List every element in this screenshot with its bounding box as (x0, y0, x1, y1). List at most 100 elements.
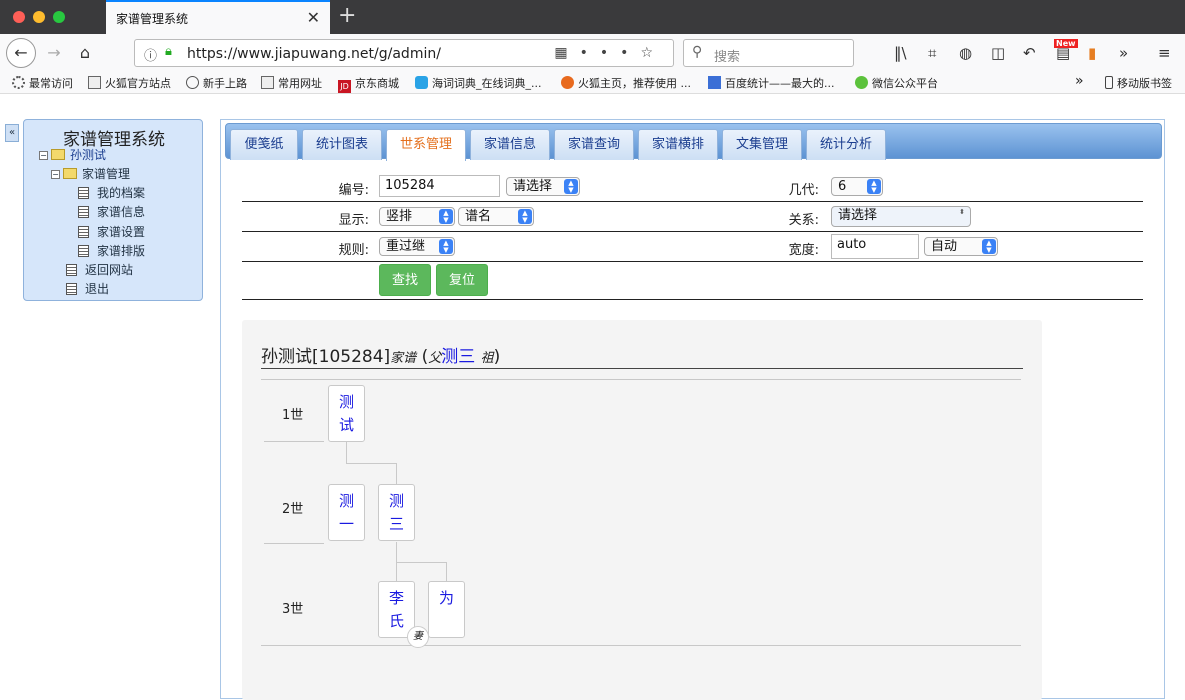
title-underline (261, 368, 1023, 369)
maximize-window-button[interactable] (53, 11, 65, 23)
document-icon (78, 206, 89, 218)
more-actions-icon[interactable]: ••• (580, 45, 641, 61)
browser-tab[interactable]: 家谱管理系统 ✕ (106, 0, 330, 34)
collapse-icon[interactable]: − (39, 151, 48, 160)
url-text[interactable]: https://www.jiapuwang.net/g/admin/ (187, 46, 441, 62)
bookmark-item[interactable]: 微信公众平台 (855, 75, 938, 91)
rule-select[interactable]: 重过继 ▲ ▼ (379, 237, 455, 256)
id-select[interactable]: 请选择 ▲ ▼ (506, 177, 580, 196)
id-input[interactable]: 105284 (379, 175, 500, 197)
new-tab-icon[interactable]: + (338, 3, 356, 28)
tab-close-icon[interactable]: ✕ (307, 8, 320, 27)
tab-notes[interactable]: 便笺纸 (230, 129, 298, 160)
folder-open-icon (51, 149, 65, 160)
jd-icon: JD (338, 80, 351, 93)
bookmark-item[interactable]: 新手上路 (186, 75, 247, 91)
collapse-icon[interactable]: − (51, 170, 60, 179)
tab-horizontal[interactable]: 家谱横排 (638, 129, 718, 160)
grandfather-label: 祖 (480, 351, 494, 366)
tab-documents[interactable]: 文集管理 (722, 129, 802, 160)
bookmark-item[interactable]: 海词词典_在线词典_... (415, 75, 542, 91)
mobile-bookmarks[interactable]: 移动版书签 (1105, 75, 1172, 91)
person-node[interactable]: 为 (428, 581, 465, 638)
close-window-button[interactable] (13, 11, 25, 23)
bookmarks-bar: 最常访问 火狐官方站点 新手上路 常用网址 JD 京东商城 海词词典_在线词典_.… (0, 72, 1185, 94)
tab-strip: 便笺纸 统计图表 世系管理 家谱信息 家谱查询 家谱横排 文集管理 统计分析 (225, 123, 1162, 161)
tab-analysis[interactable]: 统计分析 (806, 129, 886, 160)
wife-badge: 妻 (407, 626, 429, 648)
search-icon: ⚲ (692, 44, 703, 60)
rule-label: 规则: (338, 243, 369, 258)
connector (346, 442, 347, 464)
tab-lineage[interactable]: 世系管理 (386, 129, 466, 161)
search-button[interactable]: 查找 (379, 264, 431, 296)
search-placeholder: 搜索 (714, 50, 741, 65)
width-input[interactable]: auto (831, 234, 919, 259)
firefox-icon (561, 76, 574, 89)
bookmark-item[interactable]: 最常访问 (12, 75, 73, 91)
father-link[interactable]: 测三 (441, 347, 475, 367)
family-tree-panel: 孙测试[105284]家谱 (父测三 祖) 1世 2世 3世 测试 测一 测三 … (242, 320, 1042, 700)
width-select[interactable]: 自动 ▲ ▼ (924, 237, 998, 256)
tab-charts[interactable]: 统计图表 (302, 129, 382, 160)
document-icon (78, 245, 89, 257)
tab-family-info[interactable]: 家谱信息 (470, 129, 550, 160)
tab-family-search[interactable]: 家谱查询 (554, 129, 634, 160)
crop-icon[interactable]: ⌗ (928, 44, 936, 62)
generation-label-2: 2世 (282, 502, 304, 517)
stats-extension-icon[interactable]: ▮ (1088, 44, 1096, 62)
library-icon[interactable]: ‖\ (894, 44, 907, 62)
bookmark-item[interactable]: 火狐主页，推荐使用 ... (561, 75, 691, 91)
generation-label-3: 3世 (282, 602, 304, 617)
overflow-icon[interactable]: » (1119, 44, 1128, 62)
sidebar-item-settings[interactable]: 家谱设置 (78, 223, 145, 240)
qr-code-icon[interactable]: ▦ (554, 45, 579, 61)
sidebar-item-logout[interactable]: 退出 (66, 280, 109, 297)
person-node[interactable]: 测一 (328, 484, 365, 541)
url-bar[interactable]: ⓘ 🔒︎ https://www.jiapuwang.net/g/admin/ … (134, 39, 674, 67)
lock-icon: 🔒︎ (165, 44, 172, 59)
reset-button[interactable]: 复位 (436, 264, 488, 296)
sidebar-icon[interactable]: ◫ (991, 44, 1005, 62)
phone-icon (1105, 76, 1113, 89)
globe-icon (186, 76, 199, 89)
menu-icon[interactable]: ≡ (1158, 44, 1171, 62)
minimize-window-button[interactable] (33, 11, 45, 23)
generation-divider (264, 543, 324, 544)
width-label: 宽度: (788, 243, 819, 258)
generations-select[interactable]: 6 ▲ ▼ (831, 177, 883, 196)
bookmarks-overflow-icon[interactable]: » (1075, 73, 1084, 89)
bookmark-star-icon[interactable]: ☆ (640, 45, 665, 61)
person-node[interactable]: 测三 (378, 484, 415, 541)
sidebar-item-profile[interactable]: 我的档案 (78, 184, 145, 201)
browser-tab-bar: 家谱管理系统 ✕ + (0, 0, 1185, 34)
generation-divider (261, 379, 1021, 380)
collapse-sidebar-button[interactable]: « (5, 124, 19, 142)
button-row: 查找 复位 (379, 264, 499, 298)
bookmark-item[interactable]: 火狐官方站点 (88, 75, 171, 91)
palette-icon[interactable]: ◍ (959, 44, 972, 62)
bookmark-item[interactable]: 百度统计——最大的... (708, 75, 835, 91)
connector (346, 463, 396, 464)
home-icon[interactable]: ⌂ (71, 39, 99, 67)
sidebar-item-info[interactable]: 家谱信息 (78, 203, 145, 220)
sidebar-item-layout[interactable]: 家谱排版 (78, 242, 145, 259)
relation-select[interactable]: 请选择 ⬍ (831, 206, 971, 227)
sidebar: 家谱管理系统 − 孙测试 − 家谱管理 我的档案 家谱信息 家谱设置 家谱排版 返回… (23, 119, 203, 301)
sidebar-item-back[interactable]: 返回网站 (66, 261, 133, 278)
form-divider (242, 201, 1143, 202)
bookmark-item[interactable]: 常用网址 (261, 75, 322, 91)
back-icon[interactable]: ← (6, 38, 36, 68)
display-direction-select[interactable]: 竖排 ▲ ▼ (379, 207, 455, 226)
gear-icon (12, 76, 25, 89)
display-name-select[interactable]: 谱名 ▲ ▼ (458, 207, 534, 226)
info-icon[interactable]: ⓘ (144, 45, 157, 64)
search-box[interactable]: ⚲ 搜索 (683, 39, 854, 67)
bookmark-item[interactable]: JD 京东商城 (338, 75, 399, 93)
person-node[interactable]: 测试 (328, 385, 365, 442)
undo-icon[interactable]: ↶ (1023, 44, 1036, 62)
tree-group[interactable]: − 家谱管理 (51, 165, 130, 182)
forward-icon[interactable]: → (40, 39, 68, 67)
navigation-bar: ← → ⌂ ⓘ 🔒︎ https://www.jiapuwang.net/g/a… (0, 34, 1185, 72)
tree-root[interactable]: − 孙测试 (39, 146, 106, 163)
